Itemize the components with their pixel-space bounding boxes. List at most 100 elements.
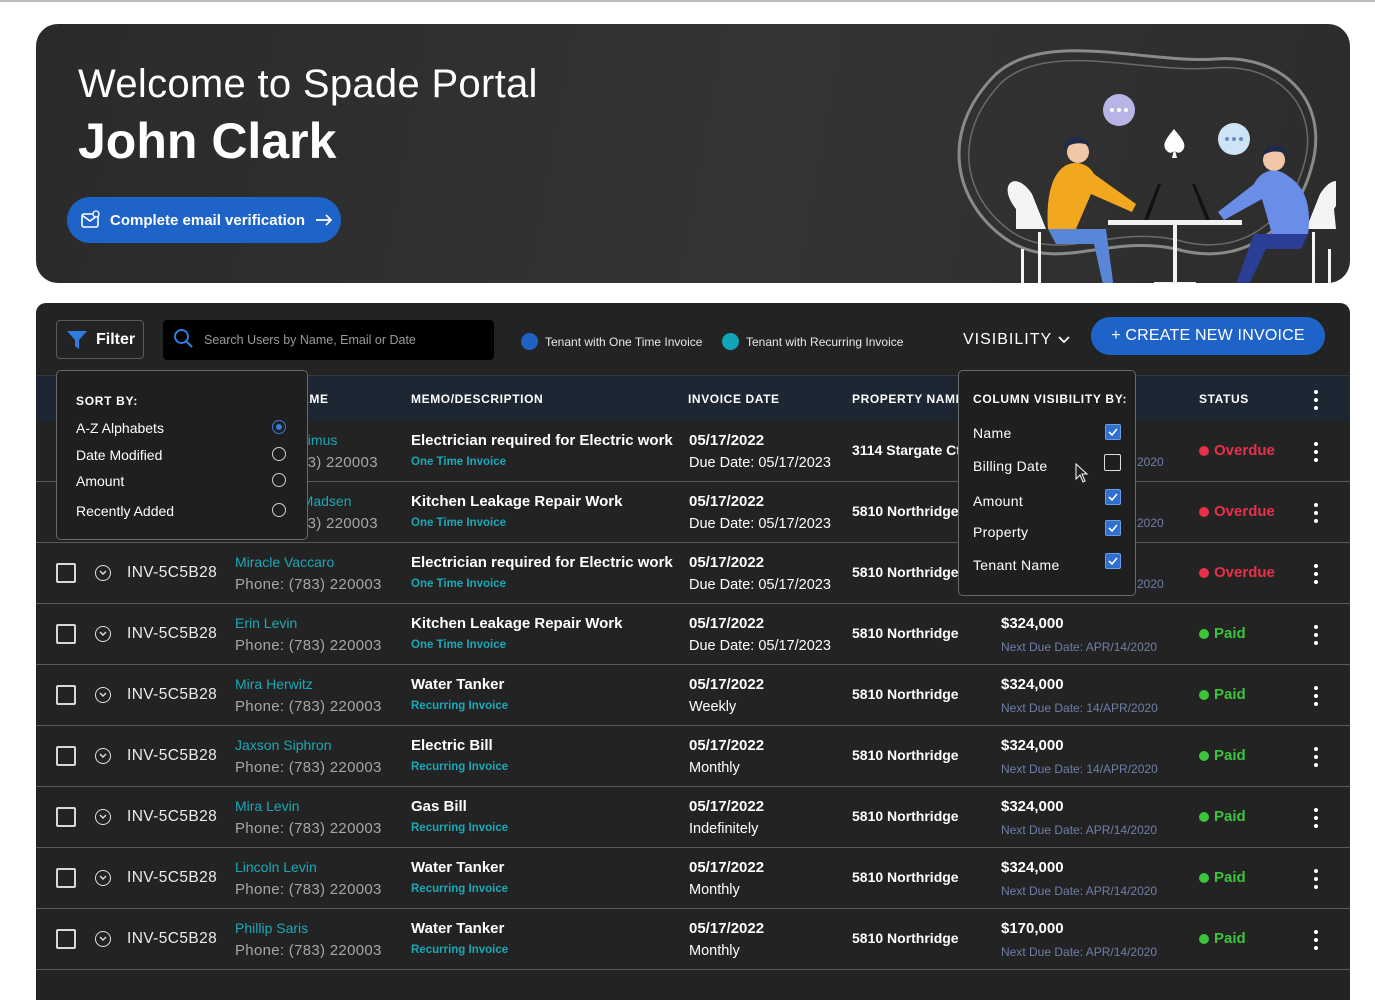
tenant-name-link[interactable]: Jaxson Siphron xyxy=(235,737,332,753)
invoice-type-label: One Time Invoice xyxy=(411,639,507,651)
radio-icon[interactable] xyxy=(272,503,286,517)
row-more-icon[interactable] xyxy=(1314,808,1318,828)
sort-option-date-modified[interactable]: Date Modified xyxy=(76,447,286,463)
memo-description: Kitchen Leakage Repair Work xyxy=(411,615,623,632)
table-row[interactable]: INV-5C5B28 Phillip Saris Phone: (783) 2200… xyxy=(36,909,1350,970)
legend-recurring-label: Tenant with Recurring Invoice xyxy=(746,334,904,349)
row-more-icon[interactable] xyxy=(1314,930,1318,950)
invoice-date: 05/17/2022 xyxy=(689,798,765,815)
mouse-cursor-icon xyxy=(1075,462,1089,488)
invoice-due: Indefinitely xyxy=(689,821,759,837)
status-badge: Paid xyxy=(1199,625,1246,642)
tenant-name-link[interactable]: Lincoln Levin xyxy=(235,859,317,875)
checkbox-checked-icon[interactable] xyxy=(1105,553,1121,569)
row-checkbox[interactable] xyxy=(56,929,76,949)
invoice-id[interactable]: INV-5C5B28 xyxy=(127,625,217,643)
row-more-icon[interactable] xyxy=(1314,747,1318,767)
visibility-option-name[interactable]: Name xyxy=(973,424,1121,441)
expand-row-icon[interactable] xyxy=(95,870,111,886)
next-due-date: Next Due Date: APR/14/2020 xyxy=(1001,884,1158,898)
amount: $324,000 xyxy=(1001,859,1064,876)
checkbox-checked-icon[interactable] xyxy=(1105,520,1121,536)
memo-description: Kitchen Leakage Repair Work xyxy=(411,493,623,510)
row-more-icon[interactable] xyxy=(1314,564,1318,584)
checkbox-checked-icon[interactable] xyxy=(1105,489,1121,505)
legend-one-time-dot xyxy=(521,333,538,350)
invoice-type-label: Recurring Invoice xyxy=(411,761,509,773)
table-row[interactable]: INV-5C5B28 Mira Herwitz Phone: (783) 22000… xyxy=(36,665,1350,726)
visibility-dropdown[interactable]: VISIBILITY xyxy=(963,331,1070,349)
row-checkbox[interactable] xyxy=(56,624,76,644)
radio-icon[interactable] xyxy=(272,447,286,461)
tenant-name-link[interactable]: Miracle Vaccaro xyxy=(235,554,334,570)
visibility-option-billing-date[interactable]: Billing Date xyxy=(973,454,1121,474)
row-checkbox[interactable] xyxy=(56,868,76,888)
row-more-icon[interactable] xyxy=(1314,503,1318,523)
visibility-option-amount[interactable]: Amount xyxy=(973,489,1121,509)
invoice-id[interactable]: INV-5C5B28 xyxy=(127,747,217,765)
invoice-date: 05/17/2022 xyxy=(689,554,765,571)
radio-icon[interactable] xyxy=(272,473,286,487)
invoice-due: Weekly xyxy=(689,699,737,715)
welcome-banner: Welcome to Spade Portal John Clark Compl… xyxy=(36,24,1350,283)
checkbox-checked-icon[interactable] xyxy=(1105,424,1121,440)
header-more-icon[interactable] xyxy=(1314,390,1318,410)
amount: $170,000 xyxy=(1001,920,1064,937)
row-checkbox[interactable] xyxy=(56,685,76,705)
expand-row-icon[interactable] xyxy=(95,626,111,642)
invoice-id[interactable]: INV-5C5B28 xyxy=(127,930,217,948)
next-due-date: Next Due Date: 14/APR/2020 xyxy=(1001,762,1158,776)
invoice-due: Due Date: 05/17/2023 xyxy=(689,577,831,593)
row-checkbox[interactable] xyxy=(56,807,76,827)
radio-selected-icon[interactable] xyxy=(272,420,286,434)
search-input[interactable] xyxy=(202,332,476,348)
status-dot-icon xyxy=(1199,567,1209,578)
memo-description: Electrician required for Electric work xyxy=(411,554,673,571)
invoice-id[interactable]: INV-5C5B28 xyxy=(127,869,217,887)
expand-row-icon[interactable] xyxy=(95,809,111,825)
filter-button[interactable]: Filter xyxy=(56,320,144,359)
table-row[interactable]: INV-5C5B28 Miracle Vaccaro Phone: (783) 22… xyxy=(36,543,1350,604)
header-property-name[interactable]: PROPERTY NAME xyxy=(852,392,964,406)
sort-option-az[interactable]: A-Z Alphabets xyxy=(76,420,286,436)
expand-row-icon[interactable] xyxy=(95,687,111,703)
memo-description: Water Tanker xyxy=(411,859,505,876)
tenant-name-link[interactable]: Mira Herwitz xyxy=(235,676,313,692)
header-invoice-date[interactable]: INVOICE DATE xyxy=(688,392,780,406)
sort-option-amount[interactable]: Amount xyxy=(76,473,286,489)
property-name: 5810 Northridge xyxy=(852,869,959,885)
legend-one-time: Tenant with One Time Invoice xyxy=(521,333,702,350)
tenant-name-link[interactable]: Phillip Saris xyxy=(235,920,308,936)
row-more-icon[interactable] xyxy=(1314,686,1318,706)
sort-option-recently-added[interactable]: Recently Added xyxy=(76,503,286,519)
row-more-icon[interactable] xyxy=(1314,442,1318,462)
table-row[interactable]: INV-5C5B28 Mira Levin Phone: (783) 220003 G… xyxy=(36,787,1350,848)
table-row[interactable]: INV-5C5B28 Lincoln Levin Phone: (783) 2200… xyxy=(36,848,1350,909)
invoice-id[interactable]: INV-5C5B28 xyxy=(127,686,217,704)
next-due-date: Next Due Date: 14/APR/2020 xyxy=(1001,701,1158,715)
meeting-illustration xyxy=(936,34,1342,283)
row-checkbox[interactable] xyxy=(56,563,76,583)
expand-row-icon[interactable] xyxy=(95,931,111,947)
invoice-id[interactable]: INV-5C5B28 xyxy=(127,564,217,582)
tenant-name-link[interactable]: Erin Levin xyxy=(235,615,297,631)
tenant-name-link[interactable]: Mira Levin xyxy=(235,798,300,814)
invoice-id[interactable]: INV-5C5B28 xyxy=(127,808,217,826)
create-new-invoice-button[interactable]: + CREATE NEW INVOICE xyxy=(1091,317,1325,355)
expand-row-icon[interactable] xyxy=(95,565,111,581)
table-row[interactable]: INV-5C5B28 Erin Levin Phone: (783) 220003 K… xyxy=(36,604,1350,665)
row-more-icon[interactable] xyxy=(1314,625,1318,645)
header-memo[interactable]: MEMO/DESCRIPTION xyxy=(411,392,543,406)
expand-row-icon[interactable] xyxy=(95,748,111,764)
visibility-option-tenant-name[interactable]: Tenant Name xyxy=(973,553,1121,573)
status-dot-icon xyxy=(1199,628,1209,639)
row-more-icon[interactable] xyxy=(1314,869,1318,889)
table-row[interactable]: INV-5C5B28 Jaxson Siphron Phone: (783) 220… xyxy=(36,726,1350,787)
visibility-option-property[interactable]: Property xyxy=(973,520,1121,540)
header-status[interactable]: STATUS xyxy=(1199,392,1249,406)
complete-email-verification-button[interactable]: Complete email verification xyxy=(67,197,341,243)
row-checkbox[interactable] xyxy=(56,746,76,766)
memo-description: Water Tanker xyxy=(411,920,505,937)
property-name: 5810 Northridge xyxy=(852,564,959,580)
checkbox-icon[interactable] xyxy=(1104,454,1121,471)
